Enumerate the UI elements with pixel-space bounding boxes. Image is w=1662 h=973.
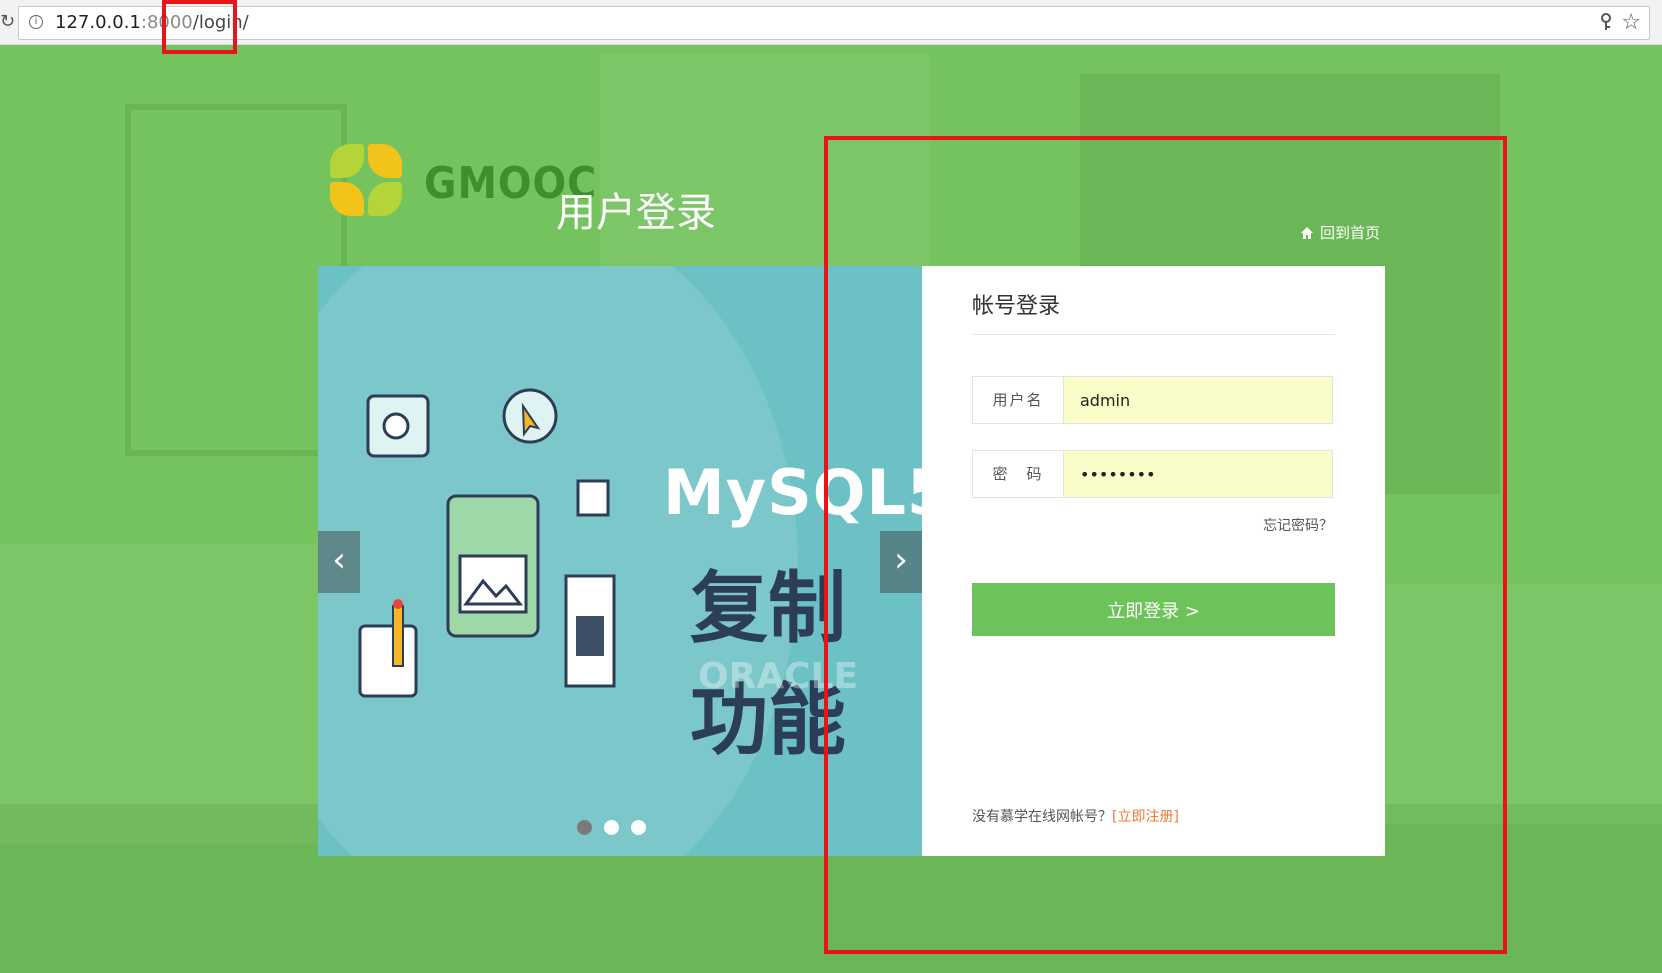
carousel-dot[interactable] bbox=[631, 820, 646, 835]
bookmark-star-icon[interactable]: ☆ bbox=[1621, 10, 1641, 35]
logo-petal bbox=[330, 144, 364, 178]
slide-illustration bbox=[358, 388, 616, 698]
annotation-highlight-login-panel bbox=[824, 136, 1507, 954]
background-frame bbox=[125, 104, 347, 456]
key-icon-shape bbox=[1601, 13, 1611, 30]
page-title: 用户登录 bbox=[556, 190, 716, 236]
info-icon[interactable]: i bbox=[29, 15, 43, 29]
carousel-indicators bbox=[577, 820, 646, 835]
logo-petal bbox=[368, 144, 402, 178]
address-bar[interactable]: i 127.0.0.1:8000/login/ ☆ bbox=[18, 6, 1650, 40]
carousel-dot[interactable] bbox=[577, 820, 592, 835]
gmooc-logo[interactable] bbox=[330, 144, 402, 216]
url-host: 127.0.0.1 bbox=[55, 12, 141, 33]
logo-petal bbox=[330, 182, 364, 216]
key-icon[interactable] bbox=[1599, 13, 1613, 35]
browser-toolbar: ↻ i 127.0.0.1:8000/login/ ☆ bbox=[0, 0, 1662, 45]
background-sofa bbox=[0, 544, 320, 844]
reload-icon[interactable]: ↻ bbox=[0, 10, 15, 34]
carousel-prev-button[interactable]: ‹ bbox=[318, 531, 360, 593]
carousel-dot[interactable] bbox=[604, 820, 619, 835]
logo-petal bbox=[368, 182, 402, 216]
